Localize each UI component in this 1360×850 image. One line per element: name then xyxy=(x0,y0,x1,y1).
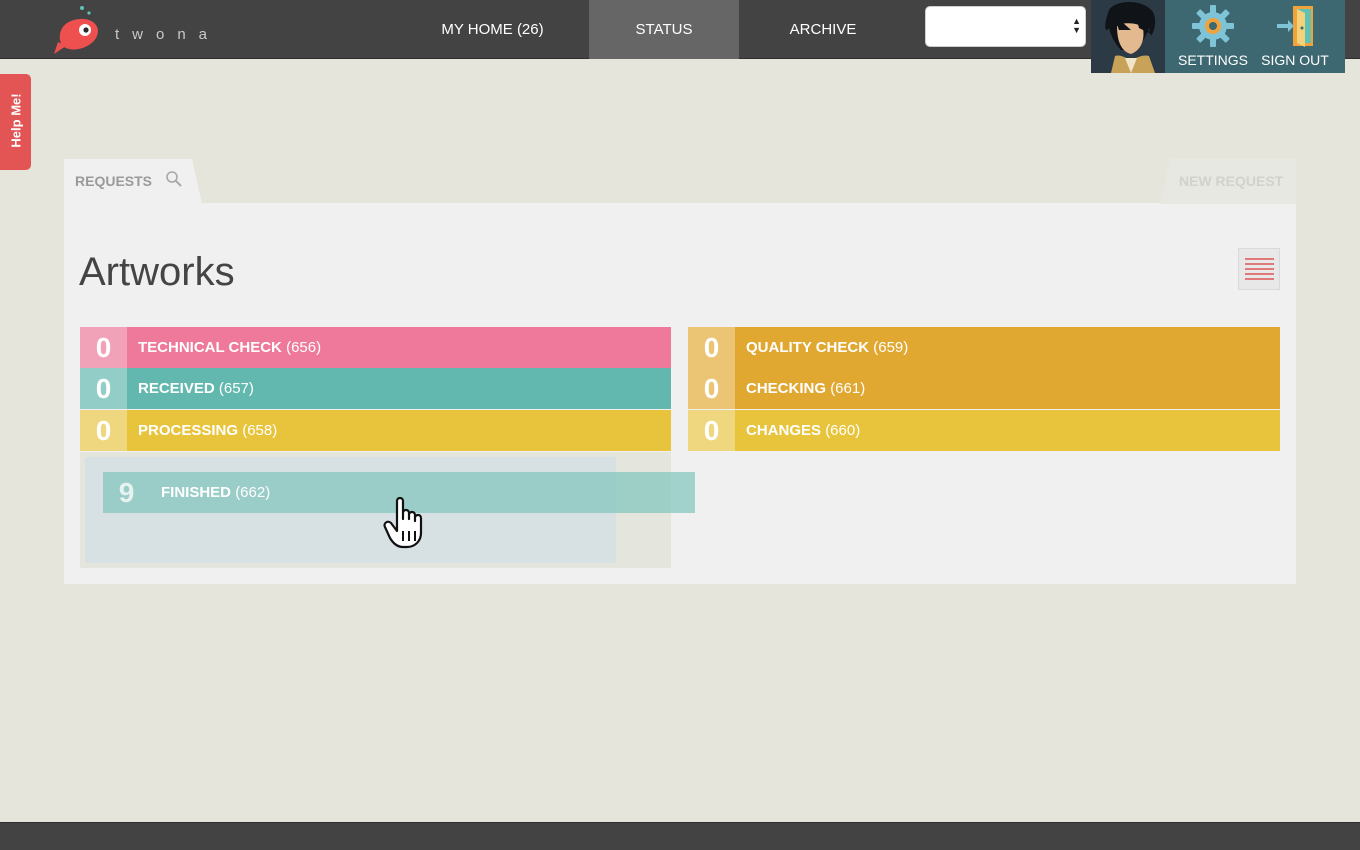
status-count: 0 xyxy=(80,368,127,409)
status-row-changes[interactable]: 0 CHANGES (660) xyxy=(688,410,1280,451)
select-updown-icon: ▲ ▼ xyxy=(1072,16,1081,35)
status-count: 0 xyxy=(80,327,127,368)
settings-button[interactable]: SETTINGS xyxy=(1173,0,1253,73)
user-actions-panel: SETTINGS SIGN OUT xyxy=(1165,0,1345,73)
sign-out-button[interactable]: SIGN OUT xyxy=(1253,0,1337,73)
status-label: CHANGES (660) xyxy=(746,422,861,439)
avatar[interactable] xyxy=(1091,0,1165,73)
status-count: 0 xyxy=(688,368,735,409)
sign-out-label: SIGN OUT xyxy=(1261,52,1329,68)
list-view-button[interactable] xyxy=(1238,248,1280,290)
tab-requests[interactable]: REQUESTS xyxy=(64,159,202,204)
settings-label: SETTINGS xyxy=(1177,52,1248,68)
status-count: 0 xyxy=(80,410,127,451)
nav-status[interactable]: STATUS xyxy=(589,0,739,59)
status-count: 0 xyxy=(688,410,735,451)
status-row-checking[interactable]: 0 CHECKING (661) xyxy=(688,368,1280,409)
status-count: 0 xyxy=(688,327,735,368)
logo-wordmark: twona xyxy=(115,26,221,43)
tab-new-request[interactable]: NEW REQUEST xyxy=(1160,159,1296,204)
page-title: Artworks xyxy=(79,250,235,294)
hand-grab-cursor-icon xyxy=(383,496,423,549)
tab-requests-label: REQUESTS xyxy=(75,173,153,189)
status-label: RECEIVED (657) xyxy=(138,380,254,397)
nav-archive[interactable]: ARCHIVE xyxy=(760,0,886,59)
help-me-tab[interactable]: Help Me! xyxy=(0,74,31,170)
status-label: TECHNICAL CHECK (656) xyxy=(138,339,322,356)
header-select[interactable]: ▲ ▼ xyxy=(925,6,1086,47)
nav-my-home[interactable]: MY HOME (26) xyxy=(425,0,560,59)
status-row-received[interactable]: 0 RECEIVED (657) xyxy=(80,368,671,409)
help-me-label: Help Me! xyxy=(8,93,24,148)
gear-icon xyxy=(1192,5,1234,47)
status-label: CHECKING (661) xyxy=(746,380,866,397)
status-row-quality-check[interactable]: 0 QUALITY CHECK (659) xyxy=(688,327,1280,368)
tab-new-request-label: NEW REQUEST xyxy=(1179,173,1284,189)
footer-bar xyxy=(0,822,1360,850)
status-label: QUALITY CHECK (659) xyxy=(746,339,909,356)
status-row-processing[interactable]: 0 PROCESSING (658) xyxy=(80,410,671,451)
status-count: 9 xyxy=(103,472,150,513)
status-label: PROCESSING (658) xyxy=(138,422,278,439)
search-icon[interactable] xyxy=(165,170,183,188)
status-row-technical-check[interactable]: 0 TECHNICAL CHECK (656) xyxy=(80,327,671,368)
status-label: FINISHED (662) xyxy=(161,484,271,501)
door-exit-icon xyxy=(1277,6,1313,47)
fish-logo-icon[interactable] xyxy=(52,4,112,58)
